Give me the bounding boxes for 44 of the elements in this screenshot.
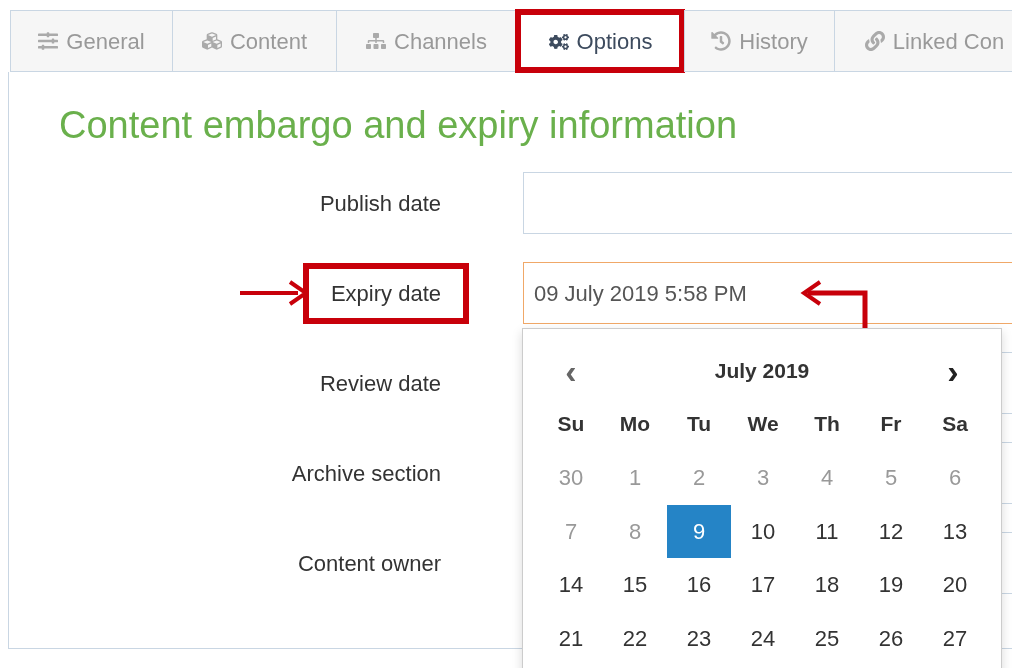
calendar-day[interactable]: 14 — [539, 558, 603, 612]
weekday-header: Su — [556, 411, 586, 438]
annotation-arrow — [800, 278, 870, 328]
calendar-day[interactable]: 27 — [923, 611, 987, 665]
calendar-day[interactable]: 19 — [859, 558, 923, 612]
calendar-day[interactable]: 18 — [795, 558, 859, 612]
calendar-day[interactable]: 15 — [603, 558, 667, 612]
weekday-header: Mo — [618, 411, 652, 438]
sliders-icon — [38, 31, 59, 51]
section-heading: Content embargo and expiry information — [58, 103, 739, 148]
previous-month-button[interactable]: ‹ — [539, 354, 603, 388]
weekday-header: We — [746, 411, 780, 438]
next-month-button[interactable]: › — [921, 354, 985, 388]
calendar-day[interactable]: 11 — [795, 504, 859, 558]
weekday-header: Fr — [879, 411, 903, 438]
field-label: Review date — [319, 370, 441, 396]
calendar-day[interactable]: 25 — [795, 611, 859, 665]
calendar-day[interactable]: 21 — [539, 611, 603, 665]
month-title: July 2019 — [714, 358, 810, 385]
calendar-day[interactable]: 24 — [731, 611, 795, 665]
cubes-icon — [201, 31, 222, 51]
calendar-day[interactable]: 23 — [667, 611, 731, 665]
calendar-day[interactable]: 16 — [667, 558, 731, 612]
weekday-header: Sa — [941, 411, 969, 438]
weekday-header: Tu — [685, 411, 713, 438]
field-label: Expiry date — [330, 280, 441, 306]
calendar-day[interactable]: 10 — [731, 504, 795, 558]
history-icon — [711, 31, 732, 51]
calendar-day[interactable]: 12 — [859, 504, 923, 558]
field-label: Content owner — [297, 550, 441, 576]
gears-icon — [548, 31, 569, 52]
field-label: Archive section — [291, 460, 441, 486]
weekday-header: Th — [813, 411, 841, 438]
calendar-day[interactable]: 26 — [859, 611, 923, 665]
input-field[interactable] — [523, 172, 1012, 234]
calendar-day[interactable]: 13 — [923, 504, 987, 558]
link-icon — [864, 31, 885, 51]
calendar-day[interactable]: 9 — [667, 504, 731, 558]
calendar-day[interactable]: 20 — [923, 558, 987, 612]
field-label: Publish date — [319, 190, 441, 216]
calendar-day[interactable]: 17 — [731, 558, 795, 612]
sitemap-icon — [366, 31, 386, 51]
input-field[interactable]: 09 July 2019 5:58 PM — [523, 262, 1012, 324]
calendar-day[interactable]: 22 — [603, 611, 667, 665]
